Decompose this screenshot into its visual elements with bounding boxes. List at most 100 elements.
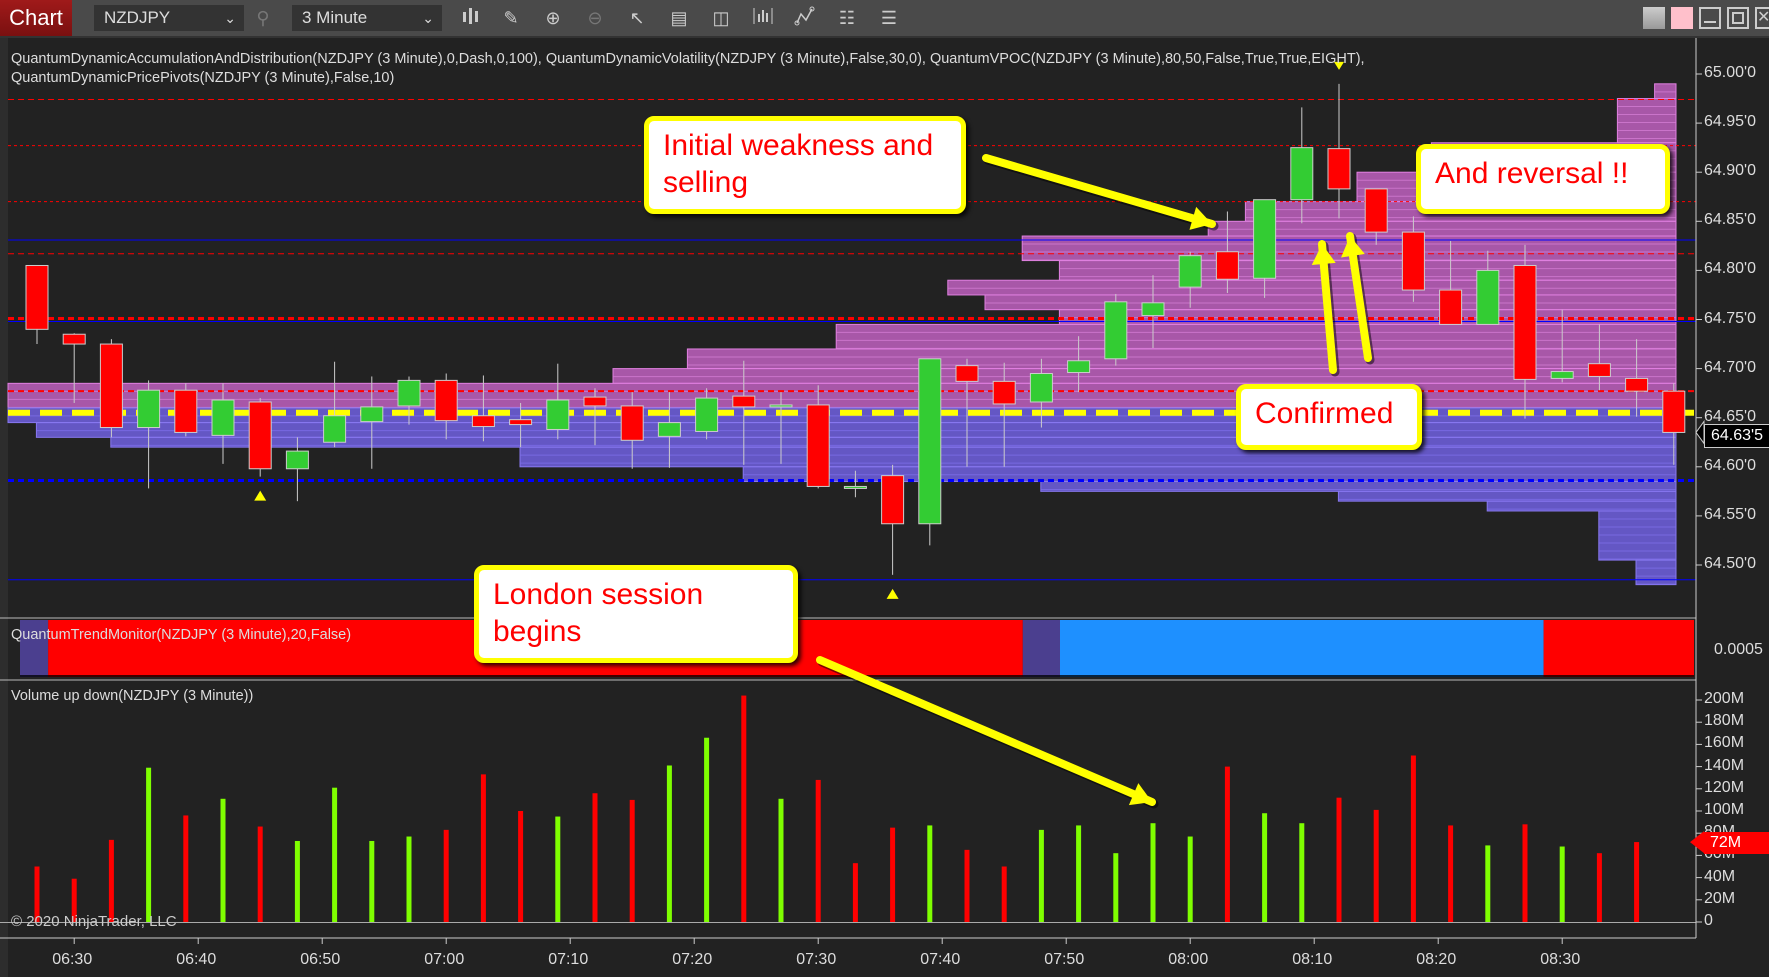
price-tick-label: 64.90'0 xyxy=(1704,162,1756,180)
candle-body-down xyxy=(1215,251,1239,280)
panel-layout-icon[interactable]: ◫ xyxy=(708,6,734,30)
volume-bar xyxy=(1001,866,1007,922)
chevron-down-icon: ⌄ xyxy=(422,10,434,26)
candle-body-up xyxy=(285,450,309,470)
maximize-icon xyxy=(1732,12,1744,24)
candle-body-down xyxy=(62,333,86,345)
trend-segment-neutral xyxy=(1022,620,1060,677)
volume-bar xyxy=(1559,846,1565,922)
candle-body-down xyxy=(1364,188,1388,233)
properties-list-icon[interactable]: ☰ xyxy=(876,6,902,30)
volume-bar xyxy=(443,829,449,922)
candle-body-up xyxy=(843,485,867,489)
time-tick-label: 07:10 xyxy=(548,951,589,968)
volume-bar xyxy=(1076,825,1082,922)
toolbar: Chart NZDJPY ⌄ ⚲ 3 Minute ⌄ ✎ ⊕ ⊖ ↖ ▤ ◫ … xyxy=(0,0,1769,38)
candle-body-down xyxy=(1513,264,1537,380)
volume-bar xyxy=(555,816,561,922)
bar-type-icon[interactable] xyxy=(458,6,484,30)
chart-tab[interactable]: Chart xyxy=(0,0,72,36)
candle-body-down xyxy=(1401,231,1425,291)
minimize-button[interactable] xyxy=(1699,7,1721,29)
volume-bar xyxy=(1448,825,1454,922)
candle-body-down xyxy=(1327,148,1351,190)
close-button[interactable]: ✕ xyxy=(1755,7,1769,29)
candle-body-up xyxy=(918,358,942,525)
candle-body-down xyxy=(992,380,1016,405)
pencil-icon[interactable]: ✎ xyxy=(498,6,524,30)
indicators-icon[interactable] xyxy=(792,6,818,30)
time-tick-label: 06:40 xyxy=(176,951,217,968)
close-icon: ✕ xyxy=(1757,9,1769,26)
volume-bar xyxy=(1485,845,1491,922)
data-box-icon[interactable]: ▤ xyxy=(666,6,692,30)
candle-body-down xyxy=(732,395,756,408)
volume-bar xyxy=(1522,824,1528,922)
candle-body-up xyxy=(360,406,384,423)
volume-profile-row xyxy=(947,279,1677,296)
chevron-down-icon: ⌄ xyxy=(224,10,236,26)
strategy-icon[interactable]: ☷ xyxy=(834,6,860,30)
pointer-icon[interactable]: ↖ xyxy=(624,6,650,30)
indicator-label-volume: Volume up down(NZDJPY (3 Minute)) xyxy=(11,688,254,704)
instrument-selector[interactable]: NZDJPY ⌄ xyxy=(94,5,244,31)
volume-bar xyxy=(294,840,300,922)
time-tick-label: 08:30 xyxy=(1540,951,1581,968)
callout-initial-weakness: Initial weakness and selling xyxy=(644,116,966,214)
price-tick-label: 64.85'0 xyxy=(1704,211,1756,229)
volume-bar xyxy=(369,840,375,922)
candle-body-up xyxy=(769,404,793,408)
price-tick-label: 64.95'0 xyxy=(1704,113,1756,131)
last-volume-tag: 72M xyxy=(1704,832,1769,854)
price-tick-label: 64.55'0 xyxy=(1704,505,1756,523)
zoom-in-icon[interactable]: ⊕ xyxy=(540,6,566,30)
volume-tick-label: 20M xyxy=(1704,889,1736,907)
indicator-label-trend: QuantumTrendMonitor(NZDJPY (3 Minute),20… xyxy=(11,627,352,643)
time-tick-label: 08:20 xyxy=(1416,951,1457,968)
volume-bar xyxy=(852,863,858,922)
candle-body-down xyxy=(471,415,495,428)
volume-profile-row xyxy=(1207,220,1677,237)
color-grey-button[interactable] xyxy=(1643,7,1665,29)
trend-segment-bull xyxy=(1060,620,1544,677)
candle xyxy=(99,339,123,438)
volume-profile-row xyxy=(1654,83,1677,100)
candle-body-up xyxy=(695,397,719,432)
maximize-button[interactable] xyxy=(1727,7,1749,29)
volume-bar xyxy=(964,849,970,922)
time-tick-label: 06:50 xyxy=(300,951,341,968)
color-pink-button[interactable] xyxy=(1671,7,1693,29)
volume-bar xyxy=(815,779,821,922)
volume-tick-label: 140M xyxy=(1704,756,1745,774)
volume-bar xyxy=(518,811,524,922)
volume-bar xyxy=(1336,797,1342,922)
volume-tick-label: 200M xyxy=(1704,690,1745,707)
volume-bar xyxy=(1634,842,1640,922)
candle-body-up xyxy=(1550,371,1574,379)
volume-bar xyxy=(778,798,784,922)
candle-body-up xyxy=(1253,199,1277,279)
volume-bar xyxy=(927,825,933,922)
candle-body-down xyxy=(174,389,198,433)
volume-bar xyxy=(1187,836,1193,922)
price-tick-label: 65.00'0 xyxy=(1704,64,1756,81)
trend-segment-bear xyxy=(1543,620,1694,677)
candle-body-down xyxy=(1587,363,1611,377)
search-icon[interactable]: ⚲ xyxy=(250,6,276,30)
callout-confirmed: Confirmed xyxy=(1236,384,1422,450)
interval-selector[interactable]: 3 Minute ⌄ xyxy=(292,5,442,31)
time-tick-label: 07:00 xyxy=(424,951,465,968)
volume-profile-row xyxy=(519,446,1677,468)
candle-body-down xyxy=(248,401,272,470)
callout-london-session: London session begins xyxy=(474,565,798,663)
candle-body-down xyxy=(955,365,979,382)
volume-profile-row xyxy=(1058,260,1677,281)
volume-tick-label: 0 xyxy=(1704,912,1713,929)
zoom-out-icon[interactable]: ⊖ xyxy=(582,6,608,30)
volume-tick-label: 40M xyxy=(1704,867,1736,885)
time-tick-label: 07:40 xyxy=(920,951,961,968)
candle-body-up xyxy=(1029,373,1053,403)
candle-body-up xyxy=(323,415,347,443)
chart-style-icon[interactable] xyxy=(750,6,776,30)
volume-bar xyxy=(1596,853,1602,922)
